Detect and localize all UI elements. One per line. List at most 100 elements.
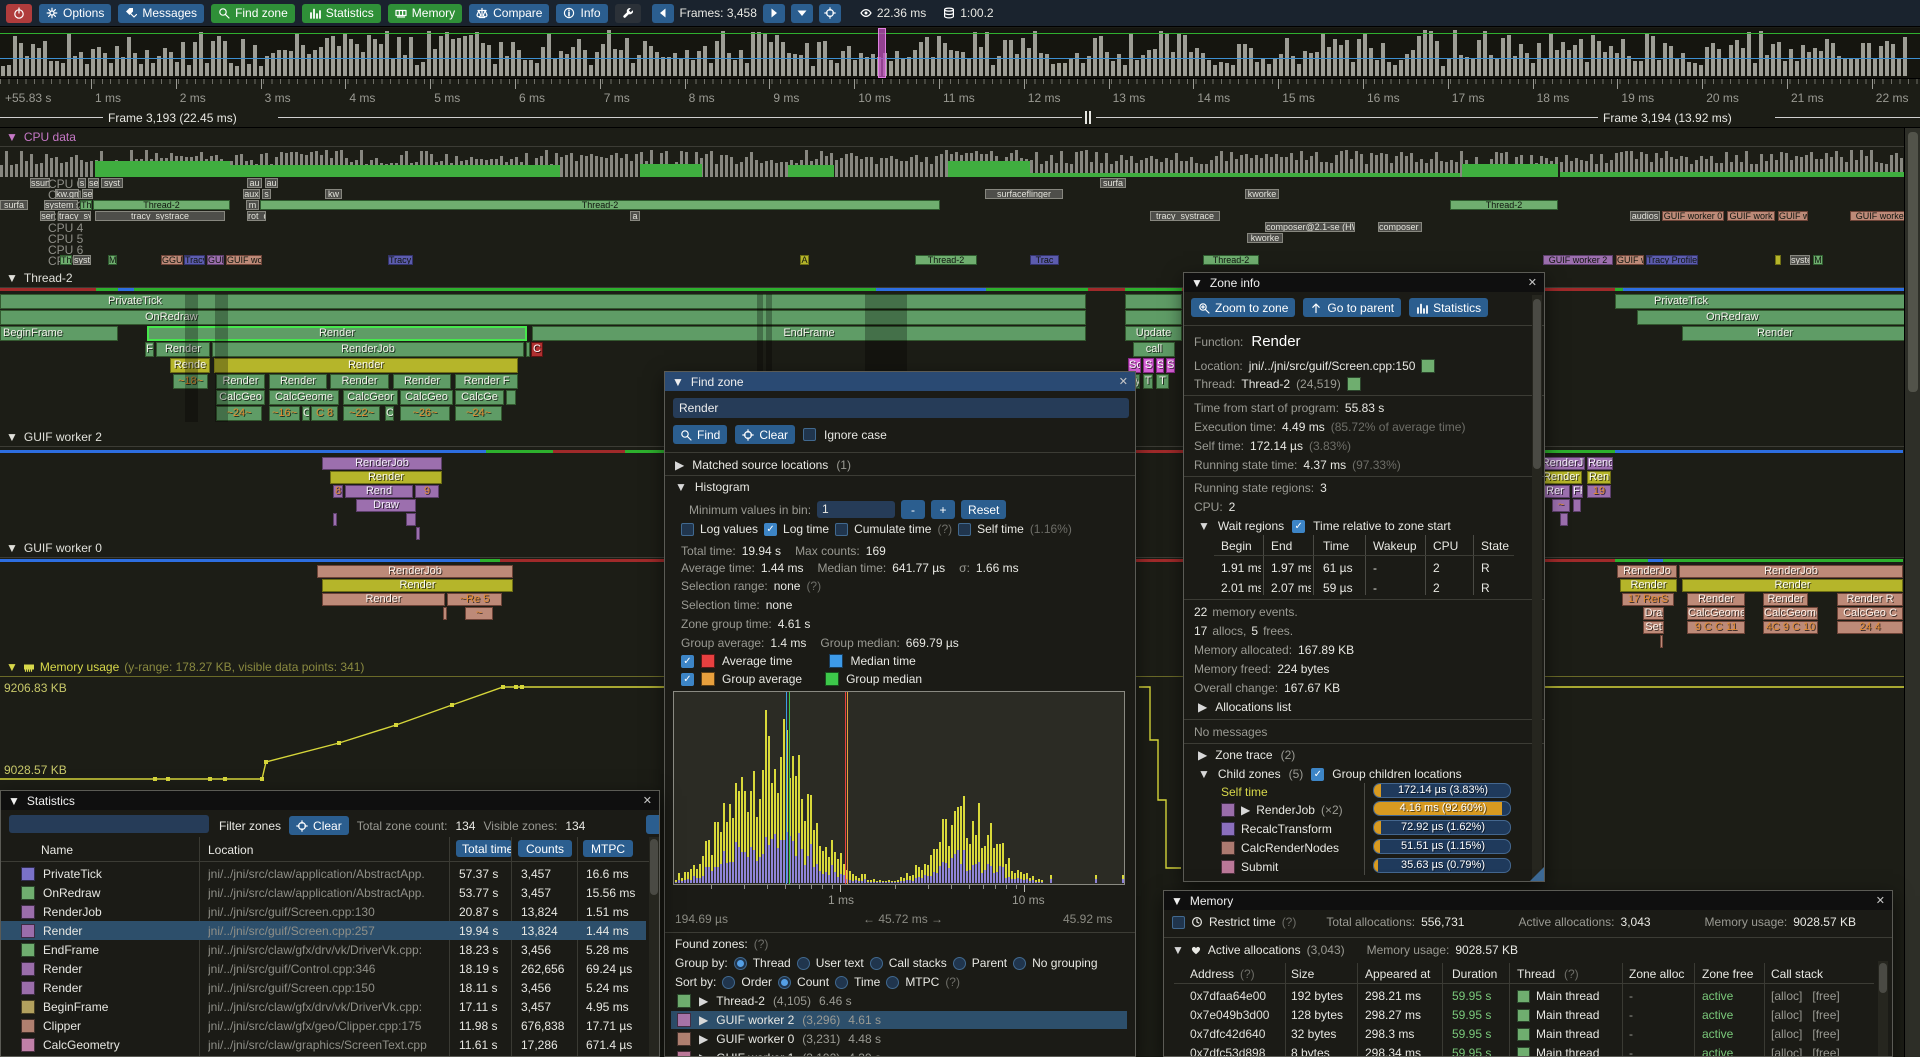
options-button[interactable]: Options — [39, 4, 111, 23]
frame-separator-bar[interactable]: Frame 3,193 (22.45 ms)Frame 3,194 (13.92… — [0, 108, 1920, 128]
cpu-data-header[interactable]: ▼CPU data — [6, 130, 76, 144]
timeline-zone[interactable]: RenderJob — [1679, 565, 1903, 578]
cpu-zone-chip[interactable]: Tracy S — [388, 255, 413, 265]
statistics-row[interactable]: BeginFrame — [21, 1000, 108, 1014]
found-zone-group-row[interactable]: ▶GUIF worker 1(3,192)4.39 s — [677, 1051, 881, 1057]
timeline-zone[interactable]: Render — [1620, 579, 1677, 592]
statistics-window-titlebar[interactable]: ▼Statistics✕ — [1, 791, 659, 810]
timeline-zone[interactable]: OnRedraw — [0, 310, 1086, 325]
groupby-radio-thread[interactable] — [734, 957, 747, 970]
timeline-zone[interactable]: CalcGeome — [269, 390, 339, 405]
groupby-radio-parent[interactable] — [953, 957, 966, 970]
close-icon[interactable]: ✕ — [1876, 894, 1885, 907]
timeline-zone[interactable]: Dra — [1643, 607, 1664, 620]
timeline-zone[interactable]: Render — [393, 374, 451, 389]
matched-source-locations-row[interactable]: ▶Matched source locations(1) — [675, 458, 851, 472]
cpu-zone-chip[interactable]: syst — [73, 255, 91, 265]
call-stack-links[interactable]: [alloc][free] — [1771, 989, 1840, 1003]
alloc-link[interactable]: [alloc] — [1771, 1008, 1802, 1022]
groupby-radio-user-text[interactable] — [797, 957, 810, 970]
cpu-zone-chip[interactable]: s — [262, 189, 271, 199]
scrollbar-thumb[interactable] — [1533, 299, 1541, 469]
find-zone-query-input[interactable]: Render — [673, 398, 1129, 418]
timeline-zone[interactable] — [1125, 294, 1182, 309]
timeline-zone[interactable]: Render — [1682, 326, 1920, 341]
timeline-zone[interactable]: RenderJo — [1617, 565, 1677, 578]
cpu-zone-chip[interactable]: syst — [101, 178, 123, 188]
timeline-zone[interactable]: ~22~ — [343, 406, 380, 421]
cpu-zone-chip[interactable]: Th — [60, 255, 72, 265]
timeline-zone[interactable]: ~16~ — [269, 406, 300, 421]
timeline-zone[interactable]: Render — [1540, 471, 1582, 484]
timeline-zone[interactable]: Rend — [345, 485, 413, 498]
min-bin-input[interactable]: 1 — [817, 501, 895, 518]
cpu-zone-chip[interactable]: Tracy Profiler — [1646, 255, 1698, 265]
cpu-zone-chip[interactable]: surfa — [1100, 178, 1126, 188]
timeline-zone[interactable]: Render — [214, 358, 518, 373]
statistics-row[interactable]: Clipper — [21, 1019, 81, 1033]
cumulate-time-checkbox[interactable] — [835, 523, 848, 536]
cpu-zone-chip[interactable]: GUIF wor — [226, 255, 262, 265]
child-zones-row[interactable]: ▼Child zones(5)✓Group children locations — [1198, 767, 1462, 781]
statistics-row[interactable]: Render — [21, 981, 82, 995]
restrict-time-checkbox[interactable] — [1172, 916, 1185, 929]
go-to-parent-button[interactable]: Go to parent — [1303, 298, 1401, 317]
statistics-row[interactable]: PrivateTick — [21, 867, 102, 881]
memory-button[interactable]: Memory — [388, 4, 462, 23]
timeline-zone[interactable]: Render — [1682, 579, 1903, 592]
statistics-scrollbar[interactable] — [649, 837, 659, 1057]
find-zone-window-titlebar[interactable]: ▼Find zone✕ — [665, 372, 1135, 391]
cpu-zone-chip[interactable]: M — [108, 255, 117, 265]
cpu-zone-chip[interactable]: Thread-2 — [260, 200, 940, 210]
ignore-case-checkbox[interactable] — [803, 428, 816, 441]
timeline-zone[interactable]: Update — [1125, 326, 1182, 341]
resize-grip[interactable] — [1530, 867, 1544, 881]
timeline-zone[interactable]: CalcGeor — [343, 390, 398, 405]
alloc-link[interactable]: [alloc] — [1771, 1027, 1802, 1041]
cpu-zone-chip[interactable]: surfa — [0, 200, 28, 210]
timeline-zone[interactable]: ~26~ — [400, 406, 450, 421]
cpu-zone-chip[interactable]: s — [78, 178, 86, 188]
clear-button[interactable]: Clear — [735, 425, 795, 444]
timeline-zone[interactable]: Render R — [1837, 593, 1903, 606]
sortby-radio-mtpc[interactable] — [886, 976, 899, 989]
cpu-zone-chip[interactable]: Thread-2 — [93, 200, 230, 210]
timeline-zone[interactable]: 17 RerS — [1622, 593, 1674, 606]
timeline-zone[interactable]: ~24~ — [455, 406, 502, 421]
scrollbar-thumb[interactable] — [1879, 963, 1887, 993]
child-zone-row[interactable]: CalcRenderNodes — [1221, 841, 1339, 855]
cpu-zone-chip[interactable]: GUIF w — [1778, 211, 1808, 221]
group-children-checkbox[interactable]: ✓ — [1311, 768, 1324, 781]
collapse-frames-button[interactable] — [791, 4, 813, 23]
timeline-zone[interactable] — [443, 607, 447, 620]
statistics-button[interactable]: Statistics — [1409, 298, 1488, 317]
self-time-checkbox[interactable] — [958, 523, 971, 536]
timeline-zone[interactable]: ~ — [465, 607, 493, 620]
child-zone-row[interactable]: Submit — [1221, 860, 1278, 874]
cpu-zone-chip[interactable]: M — [1813, 255, 1823, 265]
statistics-row[interactable]: EndFrame — [21, 943, 99, 957]
memory-scrollbar[interactable] — [1878, 961, 1888, 1057]
cpu-zone-chip[interactable]: aux — [243, 189, 260, 199]
cpu-zone-chip[interactable]: m — [246, 200, 259, 210]
cpu-zone-chip[interactable]: GGUIF — [161, 255, 183, 265]
main-scrollbar-thumb[interactable] — [1908, 132, 1918, 392]
prev-frame-button[interactable] — [652, 4, 674, 23]
found-zone-group-row[interactable]: ▶Thread-2(4,105)6.46 s — [677, 994, 852, 1008]
allocations-list-row[interactable]: ▶Allocations list — [1198, 700, 1291, 714]
clear-filter-button[interactable]: Clear — [289, 816, 349, 835]
timeline-zone[interactable] — [1560, 513, 1568, 526]
relative-time-checkbox[interactable]: ✓ — [1292, 520, 1305, 533]
close-icon[interactable]: ✕ — [1119, 375, 1128, 388]
main-scrollbar[interactable] — [1904, 128, 1920, 1057]
timeline-zone[interactable]: S — [1166, 358, 1175, 373]
cpu-zone-chip[interactable]: ssurf — [30, 178, 50, 188]
messages-button[interactable]: Messages — [118, 4, 204, 23]
timeline-zone[interactable]: 8 — [333, 485, 343, 498]
cpu-zone-chip[interactable]: kw.gm — [55, 189, 79, 199]
timeline-zone[interactable] — [1573, 499, 1581, 512]
cpu-zone-chip[interactable]: A — [800, 255, 809, 265]
cpu-zone-chip[interactable]: kworke — [1247, 233, 1283, 243]
cpu-zone-chip[interactable]: Tracy — [184, 255, 205, 265]
log-values-checkbox[interactable] — [681, 523, 694, 536]
